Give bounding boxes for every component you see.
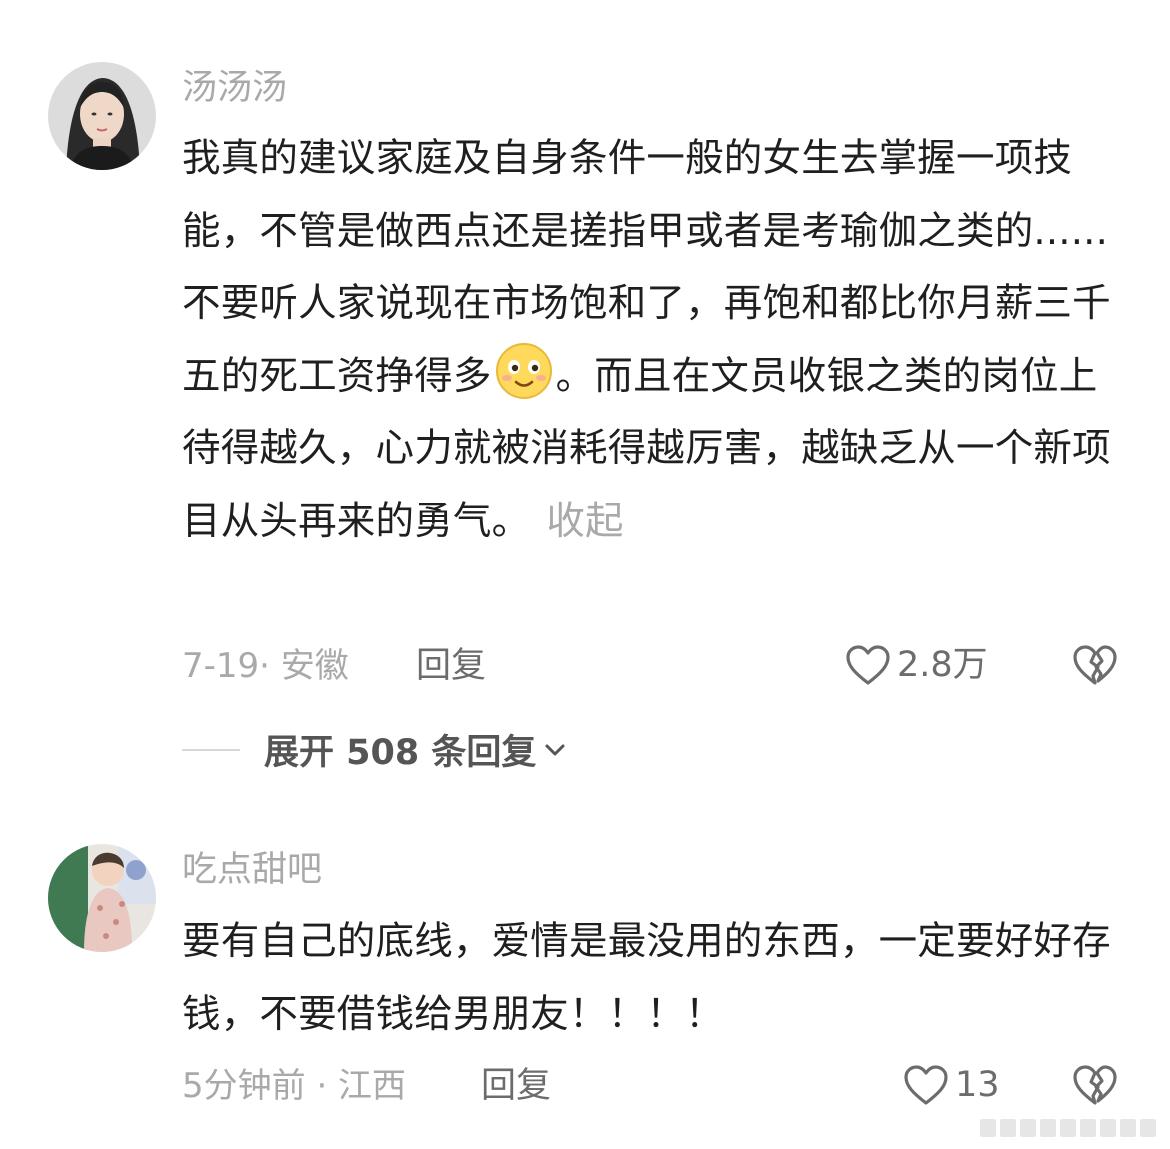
like-button[interactable]: 13 <box>903 1063 1000 1107</box>
comment-text: 要有自己的底线，爱情是最没用的东西，一定要好好存钱，不要借钱给男朋友！！！！ <box>182 906 1112 1051</box>
collapse-link[interactable]: 收起 <box>546 499 623 544</box>
smiling-face-emoji <box>495 342 552 399</box>
like-count: 2.8万 <box>897 645 988 685</box>
expand-replies-label: 展开 508 条回复 <box>264 733 537 773</box>
avatar[interactable] <box>48 62 156 170</box>
broken-heart-icon[interactable] <box>1072 1063 1118 1107</box>
comment-text: 我真的建议家庭及自身条件一般的女生去掌握一项技能，不管是做西点还是搓指甲或者是考… <box>182 123 1112 558</box>
comment-username[interactable]: 吃点甜吧 <box>182 850 322 890</box>
like-count: 13 <box>955 1065 1000 1105</box>
heart-outline-icon <box>904 1065 948 1105</box>
broken-heart-icon[interactable] <box>1072 643 1118 687</box>
comment-username[interactable]: 汤汤汤 <box>182 68 287 108</box>
reply-button[interactable]: 回复 <box>481 1064 551 1108</box>
divider <box>182 748 240 751</box>
expand-replies-button[interactable]: 展开 508 条回复 <box>182 724 568 775</box>
chevron-down-icon <box>545 744 565 755</box>
comment-meta: 5分钟前 · 江西 <box>182 1066 407 1106</box>
like-button[interactable]: 2.8万 <box>845 643 988 687</box>
heart-outline-icon <box>846 645 890 685</box>
avatar[interactable] <box>48 844 156 952</box>
comment-meta: 7-19· 安徽 <box>182 646 349 686</box>
watermark <box>980 1119 1156 1137</box>
comment-text-part: 要有自己的底线，爱情是最没用的东西，一定要好好存钱，不要借钱给男朋友！！！！ <box>182 919 1111 1037</box>
reply-button[interactable]: 回复 <box>416 644 486 688</box>
